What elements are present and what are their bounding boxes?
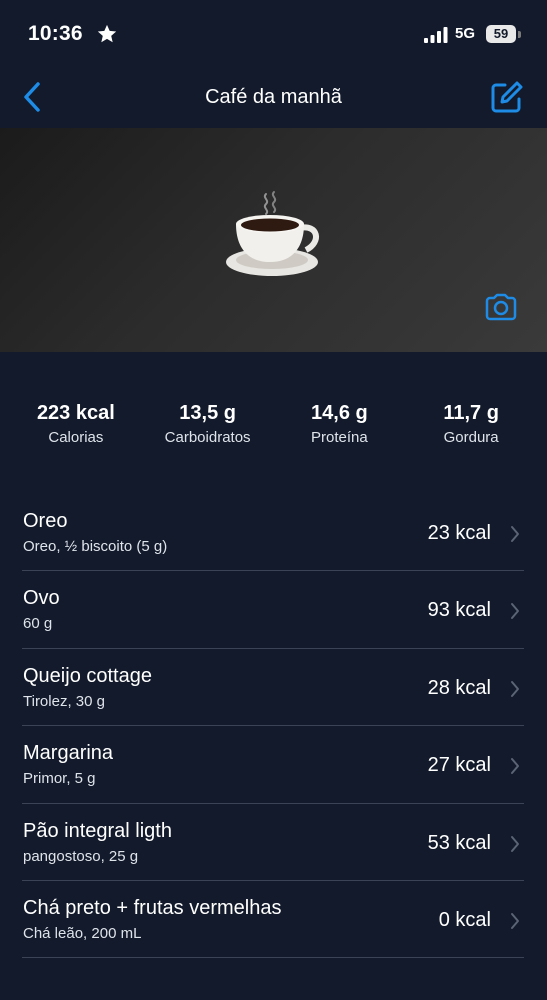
battery-cap: [518, 31, 521, 38]
protein-label: Proteína: [311, 429, 368, 446]
food-kcal: 53 kcal: [427, 831, 491, 854]
coffee-cup-icon: [226, 191, 319, 276]
food-item-ovo[interactable]: Ovo 60 g 93 kcal: [22, 571, 524, 649]
food-name: Chá preto + frutas vermelhas: [23, 896, 282, 919]
food-detail: Chá leão, 200 mL: [23, 924, 142, 942]
food-list: Oreo Oreo, ½ biscoito (5 g) 23 kcal Ovo …: [22, 494, 524, 959]
page-title: Café da manhã: [205, 86, 342, 108]
edit-icon: [491, 81, 523, 113]
food-kcal: 0 kcal: [438, 908, 491, 931]
meal-photo: [0, 128, 547, 352]
protein-summary: 14,6 g Proteína: [274, 398, 406, 458]
food-name: Ovo: [23, 587, 60, 610]
food-item-oreo[interactable]: Oreo Oreo, ½ biscoito (5 g) 23 kcal: [22, 494, 524, 572]
signal-icon: [424, 27, 448, 43]
food-detail: Oreo, ½ biscoito (5 g): [23, 538, 168, 555]
food-name: Margarina: [23, 742, 114, 765]
fat-value: 11,7 g: [443, 402, 499, 424]
carbs-value: 13,5 g: [179, 402, 236, 424]
food-item-margarina[interactable]: Margarina Primor, 5 g 27 kcal: [22, 726, 524, 804]
chevron-right-icon: [511, 526, 519, 542]
food-kcal: 27 kcal: [427, 754, 491, 777]
battery-level: 59: [493, 26, 509, 41]
fat-summary: 11,7 g Gordura: [405, 398, 537, 458]
food-detail: 60 g: [23, 615, 53, 633]
nav-bar: Café da manhã: [0, 70, 547, 126]
edit-button[interactable]: [488, 80, 524, 116]
calories-label: Calorias: [48, 429, 104, 446]
camera-icon: [485, 293, 517, 321]
chevron-right-icon: [511, 603, 519, 620]
food-kcal: 93 kcal: [427, 599, 491, 622]
food-name: Pão integral ligth: [23, 819, 172, 842]
food-kcal: 28 kcal: [427, 676, 491, 699]
chevron-right-icon: [511, 758, 519, 775]
star-icon: [97, 24, 117, 43]
chevron-right-icon: [511, 680, 519, 697]
calories-value: 223 kcal: [36, 402, 115, 424]
calories-summary: 223 kcal Calorias: [10, 398, 142, 458]
carbs-label: Carboidratos: [164, 429, 251, 446]
food-item-cha-preto[interactable]: Chá preto + frutas vermelhas Chá leão, 2…: [22, 881, 524, 959]
status-bar: 10:36 5G 59: [0, 0, 547, 70]
nutrition-summary: 223 kcal Calorias 13,5 g Carboidratos 14…: [0, 398, 547, 458]
food-item-pao-integral[interactable]: Pão integral ligth pangostoso, 25 g 53 k…: [22, 804, 524, 881]
food-detail: Tirolez, 30 g: [23, 692, 105, 710]
food-item-queijo-cottage[interactable]: Queijo cottage Tirolez, 30 g 28 kcal: [22, 649, 524, 727]
status-time: 10:36: [28, 22, 83, 45]
food-name: Oreo: [23, 510, 68, 532]
protein-value: 14,6 g: [311, 402, 368, 424]
battery-icon: 59: [486, 25, 516, 43]
carbs-summary: 13,5 g Carboidratos: [142, 398, 274, 458]
chevron-right-icon: [511, 835, 519, 852]
camera-button[interactable]: [484, 293, 518, 321]
fat-label: Gordura: [443, 429, 499, 446]
food-detail: pangostoso, 25 g: [23, 847, 139, 865]
chevron-right-icon: [511, 912, 519, 929]
food-detail: Primor, 5 g: [23, 770, 96, 788]
food-name: Queijo cottage: [23, 664, 152, 687]
food-kcal: 23 kcal: [427, 522, 491, 544]
network-type: 5G: [455, 25, 476, 42]
